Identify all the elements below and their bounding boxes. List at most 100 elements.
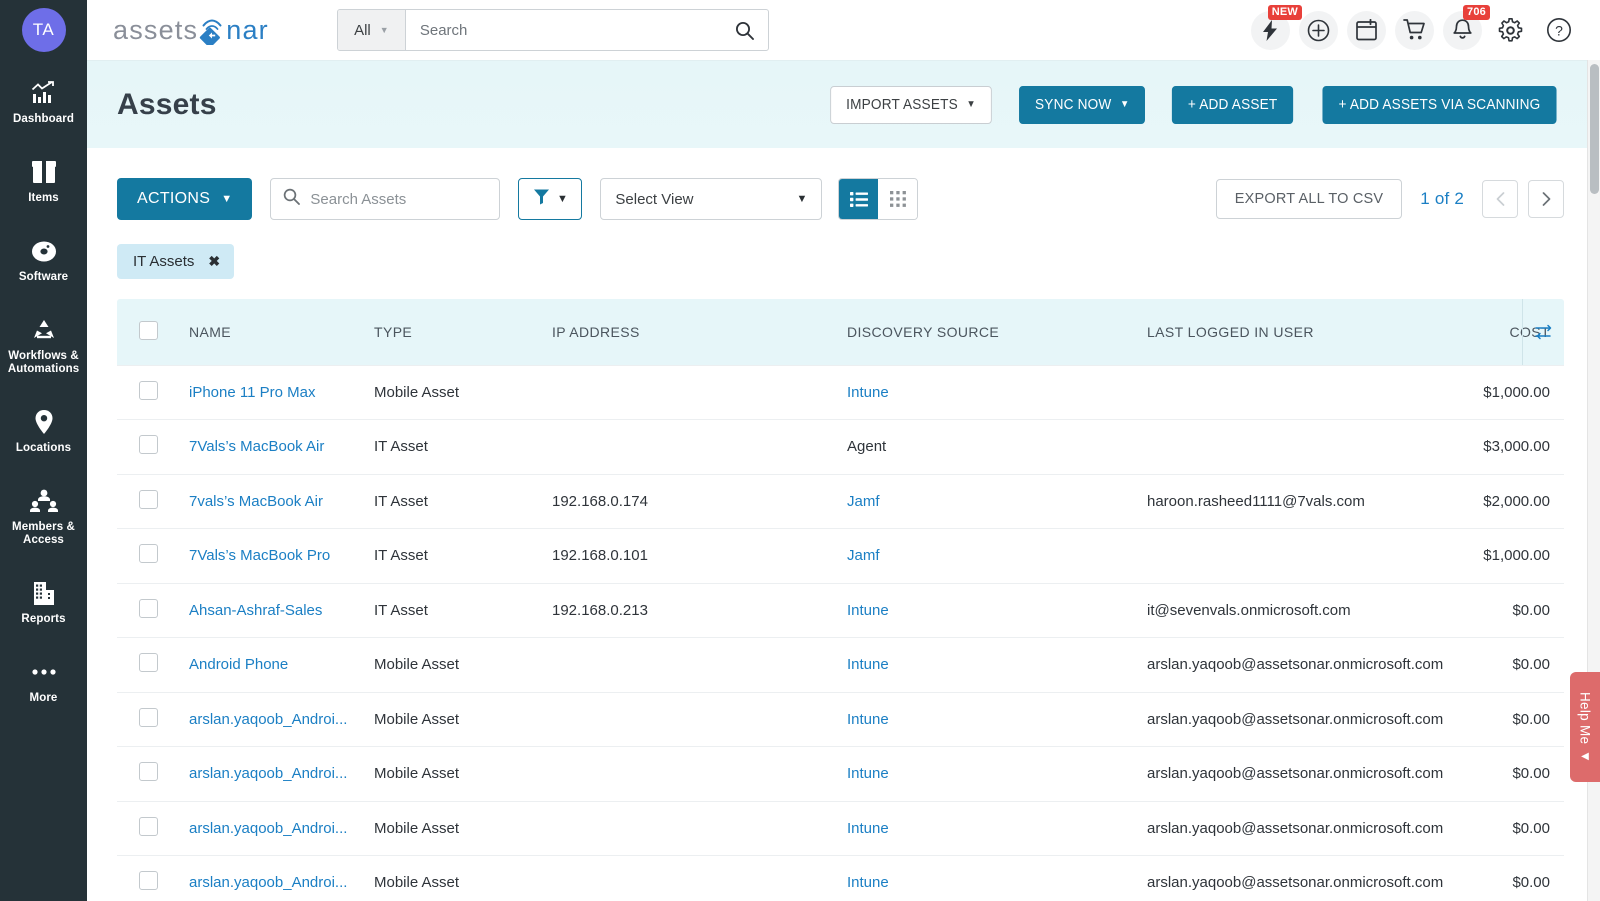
row-checkbox[interactable] xyxy=(139,544,158,564)
help-question-icon[interactable]: ? xyxy=(1539,11,1578,50)
row-select-cell xyxy=(117,637,189,693)
column-header-last-logged-in-user[interactable]: LAST LOGGED IN USER xyxy=(1147,299,1452,365)
bell-notification-icon[interactable]: 706 xyxy=(1443,4,1490,50)
row-checkbox[interactable] xyxy=(139,435,158,455)
column-settings-icon[interactable] xyxy=(1522,299,1564,365)
list-view-icon[interactable] xyxy=(839,179,879,219)
select-view-dropdown[interactable]: Select View ▼ xyxy=(600,178,823,220)
table-row[interactable]: 7Vals’s MacBook Pro IT Asset 192.168.0.101… xyxy=(117,528,1564,584)
table-row[interactable]: arslan.yaqoob_Androi... Mobile Asset Intun… xyxy=(117,801,1564,856)
search-assets-input[interactable] xyxy=(310,190,510,208)
table-row[interactable]: Android Phone Mobile Asset Intune arslan.ya… xyxy=(117,637,1564,693)
asset-name-link[interactable]: arslan.yaqoob_Androi... xyxy=(189,820,347,837)
row-select-cell xyxy=(117,855,189,901)
discovery-source-value[interactable]: Intune xyxy=(847,602,889,619)
grid-view-icon[interactable] xyxy=(878,179,918,219)
next-page-button[interactable] xyxy=(1528,180,1564,218)
table-row[interactable]: 7Vals’s MacBook Air IT Asset Agent $3,000.0… xyxy=(117,419,1564,475)
add-asset-label: + ADD ASSET xyxy=(1187,96,1278,113)
asset-name-link[interactable]: 7Vals’s MacBook Air xyxy=(189,438,324,455)
asset-name-link[interactable]: arslan.yaqoob_Androi... xyxy=(189,874,347,891)
sidebar-item-members[interactable]: Members & Access xyxy=(0,476,87,557)
svg-text:?: ? xyxy=(1555,22,1563,38)
asset-name-link[interactable]: Android Phone xyxy=(189,656,288,673)
add-asset-button[interactable]: + ADD ASSET xyxy=(1171,85,1294,124)
row-checkbox[interactable] xyxy=(139,762,158,782)
row-checkbox[interactable] xyxy=(139,707,158,727)
asset-name-link[interactable]: iPhone 11 Pro Max xyxy=(189,384,315,401)
notification-count-badge: 706 xyxy=(1463,4,1490,20)
cell-discovery-source: Agent xyxy=(847,419,1147,475)
table-row[interactable]: Ahsan-Ashraf-Sales IT Asset 192.168.0.213 I… xyxy=(117,583,1564,638)
row-checkbox[interactable] xyxy=(139,871,158,891)
sidebar-item-workflows[interactable]: Workflows & Automations xyxy=(0,305,87,386)
discovery-source-value[interactable]: Intune xyxy=(847,656,889,673)
column-header-cost[interactable]: COST xyxy=(1452,299,1564,365)
cell-cost: $1,000.00 xyxy=(1452,528,1564,584)
sidebar-item-items[interactable]: Items xyxy=(0,147,87,215)
search-input[interactable] xyxy=(405,10,722,50)
sidebar-item-software[interactable]: Software xyxy=(0,226,87,294)
column-header-discovery-source[interactable]: DISCOVERY SOURCE xyxy=(847,299,1147,365)
search-scope-dropdown[interactable]: All ▼ xyxy=(337,10,406,50)
sidebar-item-more[interactable]: More xyxy=(0,647,87,715)
sync-now-button[interactable]: SYNC NOW ▼ xyxy=(1019,85,1146,124)
row-checkbox[interactable] xyxy=(139,380,158,400)
asset-name-link[interactable]: 7Vals’s MacBook Pro xyxy=(189,547,330,564)
gear-settings-icon[interactable] xyxy=(1491,11,1530,50)
table-row[interactable]: arslan.yaqoob_Androi... Mobile Asset Intun… xyxy=(117,855,1564,901)
table-row[interactable]: arslan.yaqoob_Androi... Mobile Asset Intun… xyxy=(117,692,1564,747)
export-all-to-csv-button[interactable]: EXPORT ALL TO CSV xyxy=(1215,179,1403,219)
sidebar-item-reports[interactable]: Reports xyxy=(0,568,87,636)
column-header-name[interactable]: NAME xyxy=(189,299,374,365)
cell-last-logged-in-user: it@sevenvals.onmicrosoft.com xyxy=(1147,583,1452,638)
assetsonar-logo[interactable]: assets nar xyxy=(113,15,269,48)
discovery-source-value[interactable]: Jamf xyxy=(847,547,880,564)
lightning-bolt-icon[interactable]: NEW xyxy=(1251,4,1302,50)
discovery-source-value[interactable]: Intune xyxy=(847,765,889,782)
sidebar-item-label: Members & Access xyxy=(12,521,75,546)
column-header-ip-address[interactable]: IP ADDRESS xyxy=(552,299,847,365)
cell-last-logged-in-user xyxy=(1147,364,1452,420)
sidebar-item-dashboard[interactable]: Dashboard xyxy=(0,68,87,136)
asset-name-link[interactable]: 7vals’s MacBook Air xyxy=(189,493,323,510)
calendar-icon[interactable] xyxy=(1347,10,1386,50)
cart-icon[interactable] xyxy=(1395,10,1434,50)
cell-ip-address xyxy=(552,746,847,802)
close-x-icon[interactable]: ✖ xyxy=(208,253,220,270)
discovery-source-value[interactable]: Intune xyxy=(847,384,889,401)
row-checkbox[interactable] xyxy=(139,816,158,836)
cell-last-logged-in-user xyxy=(1147,419,1452,475)
row-checkbox[interactable] xyxy=(139,653,158,673)
row-checkbox[interactable] xyxy=(139,489,158,509)
column-header-type[interactable]: TYPE xyxy=(374,299,552,365)
table-row[interactable]: iPhone 11 Pro Max Mobile Asset Intune $1,00… xyxy=(117,364,1564,420)
discovery-source-value[interactable]: Intune xyxy=(847,820,889,837)
actions-button[interactable]: ACTIONS ▼ xyxy=(117,178,253,220)
asset-name-link[interactable]: arslan.yaqoob_Androi... xyxy=(189,765,347,782)
discovery-source-value[interactable]: Intune xyxy=(847,874,889,891)
select-all-checkbox[interactable] xyxy=(139,320,158,340)
filter-button[interactable]: ▼ xyxy=(518,178,583,220)
scrollbar-thumb[interactable] xyxy=(1590,64,1599,194)
avatar[interactable]: TA xyxy=(21,8,66,52)
sidebar-item-locations[interactable]: Locations xyxy=(0,397,87,465)
add-assets-via-scanning-button[interactable]: + ADD ASSETS VIA SCANNING xyxy=(1322,85,1557,124)
table-row[interactable]: 7vals’s MacBook Air IT Asset 192.168.0.174… xyxy=(117,474,1564,529)
sidebar-item-label: Software xyxy=(18,271,69,283)
discovery-source-value[interactable]: Jamf xyxy=(847,493,880,510)
discovery-source-value[interactable]: Intune xyxy=(847,711,889,728)
import-assets-button[interactable]: IMPORT ASSETS ▼ xyxy=(830,85,993,124)
prev-page-button[interactable] xyxy=(1482,180,1518,218)
help-me-tab[interactable]: Help Me ◀ xyxy=(1570,672,1600,782)
search-icon[interactable] xyxy=(722,21,768,40)
plus-circle-icon[interactable] xyxy=(1299,10,1338,50)
cell-ip-address xyxy=(552,855,847,901)
chevron-down-icon: ▼ xyxy=(379,25,389,35)
asset-name-link[interactable]: arslan.yaqoob_Androi... xyxy=(189,711,347,728)
box-items-icon xyxy=(31,159,57,185)
table-row[interactable]: arslan.yaqoob_Androi... Mobile Asset Intun… xyxy=(117,746,1564,802)
asset-name-link[interactable]: Ahsan-Ashraf-Sales xyxy=(189,602,322,619)
row-checkbox[interactable] xyxy=(139,598,158,618)
filter-chip-it-assets[interactable]: IT Assets ✖ xyxy=(117,244,235,279)
